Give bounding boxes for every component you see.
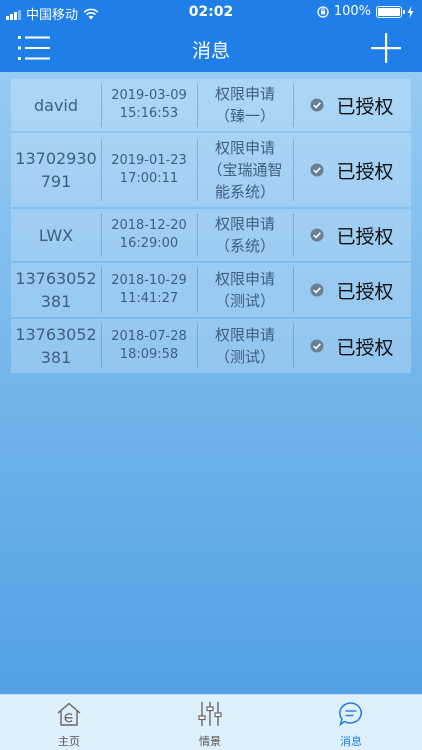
message-row[interactable]: 13763052381 2018-07-28 18:09:58 权限申请（测试）…: [11, 319, 411, 373]
message-time: 2018-07-28 18:09:58: [101, 319, 197, 373]
message-time: 2019-03-09 15:16:53: [101, 79, 197, 131]
message-row[interactable]: LWX 2018-12-20 16:29:00 权限申请（系统） 已授权: [11, 209, 411, 261]
battery-icon: [376, 5, 405, 18]
check-circle-icon: [310, 163, 324, 177]
charging-icon: [407, 5, 414, 18]
message-status: 已授权: [293, 209, 411, 261]
message-type: 权限申请（系统）: [197, 209, 293, 261]
check-circle-icon: [310, 98, 324, 112]
message-type: 权限申请（宝瑞通智能系统）: [197, 133, 293, 207]
status-bar: 中国移动 02:02 100%: [0, 0, 422, 24]
message-date: 2018-07-28: [111, 329, 187, 344]
message-status: 已授权: [293, 79, 411, 131]
message-user: 13763052381: [15, 269, 97, 311]
battery-percent: 100%: [333, 4, 371, 19]
message-status: 已授权: [293, 263, 411, 317]
message-clock: 11:41:27: [119, 291, 179, 306]
message-date: 2018-10-29: [111, 273, 187, 288]
add-button[interactable]: [370, 32, 402, 64]
message-list: david 2019-03-09 15:16:53 权限申请（臻一） 已授权 1…: [11, 79, 411, 375]
tab-scene[interactable]: 情景: [180, 701, 240, 749]
message-status-label: 已授权: [336, 280, 394, 303]
message-type: 权限申请（测试）: [197, 319, 293, 373]
message-clock: 16:29:00: [119, 236, 179, 251]
message-date: 2019-01-23: [111, 153, 187, 168]
chat-icon: [339, 702, 362, 727]
message-user: LWX: [38, 225, 74, 245]
tab-label: 情景: [199, 735, 221, 748]
message-status-label: 已授权: [336, 225, 394, 248]
message-status-label: 已授权: [336, 95, 394, 118]
sliders-icon: [198, 702, 222, 726]
message-clock: 15:16:53: [119, 106, 179, 121]
message-time: 2018-10-29 11:41:27: [101, 263, 197, 317]
message-type: 权限申请（臻一）: [197, 79, 293, 131]
message-status-label: 已授权: [336, 336, 394, 359]
message-row[interactable]: 13702930791 2019-01-23 17:00:11 权限申请（宝瑞通…: [11, 133, 411, 207]
tab-bar: 主页 情景 消息: [0, 694, 422, 750]
check-circle-icon: [310, 283, 324, 297]
message-date: 2018-12-20: [111, 218, 187, 233]
check-circle-icon: [310, 228, 324, 242]
message-user: 13702930791: [15, 149, 97, 191]
message-date: 2019-03-09: [111, 88, 187, 103]
message-row[interactable]: 13763052381 2018-10-29 11:41:27 权限申请（测试）…: [11, 263, 411, 317]
nav-bar: 消息: [0, 24, 422, 72]
message-user: david: [33, 95, 79, 115]
tab-label: 主页: [58, 735, 80, 748]
message-clock: 17:00:11: [119, 171, 179, 186]
message-status: 已授权: [293, 319, 411, 373]
rotation-lock-icon: [317, 5, 329, 18]
message-clock: 18:09:58: [119, 347, 179, 362]
tab-label: 消息: [340, 735, 362, 748]
plus-icon: [371, 33, 401, 63]
message-type: 权限申请（测试）: [197, 263, 293, 317]
tab-messages[interactable]: 消息: [321, 701, 381, 749]
home-icon: [57, 702, 81, 726]
message-status-label: 已授权: [336, 160, 394, 183]
status-right: 100%: [317, 4, 414, 19]
message-user: 13763052381: [15, 325, 97, 367]
message-status: 已授权: [293, 133, 411, 207]
page-title: 消息: [191, 40, 230, 62]
message-time: 2018-12-20 16:29:00: [101, 209, 197, 261]
message-row[interactable]: david 2019-03-09 15:16:53 权限申请（臻一） 已授权: [11, 79, 411, 131]
check-circle-icon: [310, 339, 324, 353]
tab-home[interactable]: 主页: [39, 701, 99, 749]
message-time: 2019-01-23 17:00:11: [101, 133, 197, 207]
